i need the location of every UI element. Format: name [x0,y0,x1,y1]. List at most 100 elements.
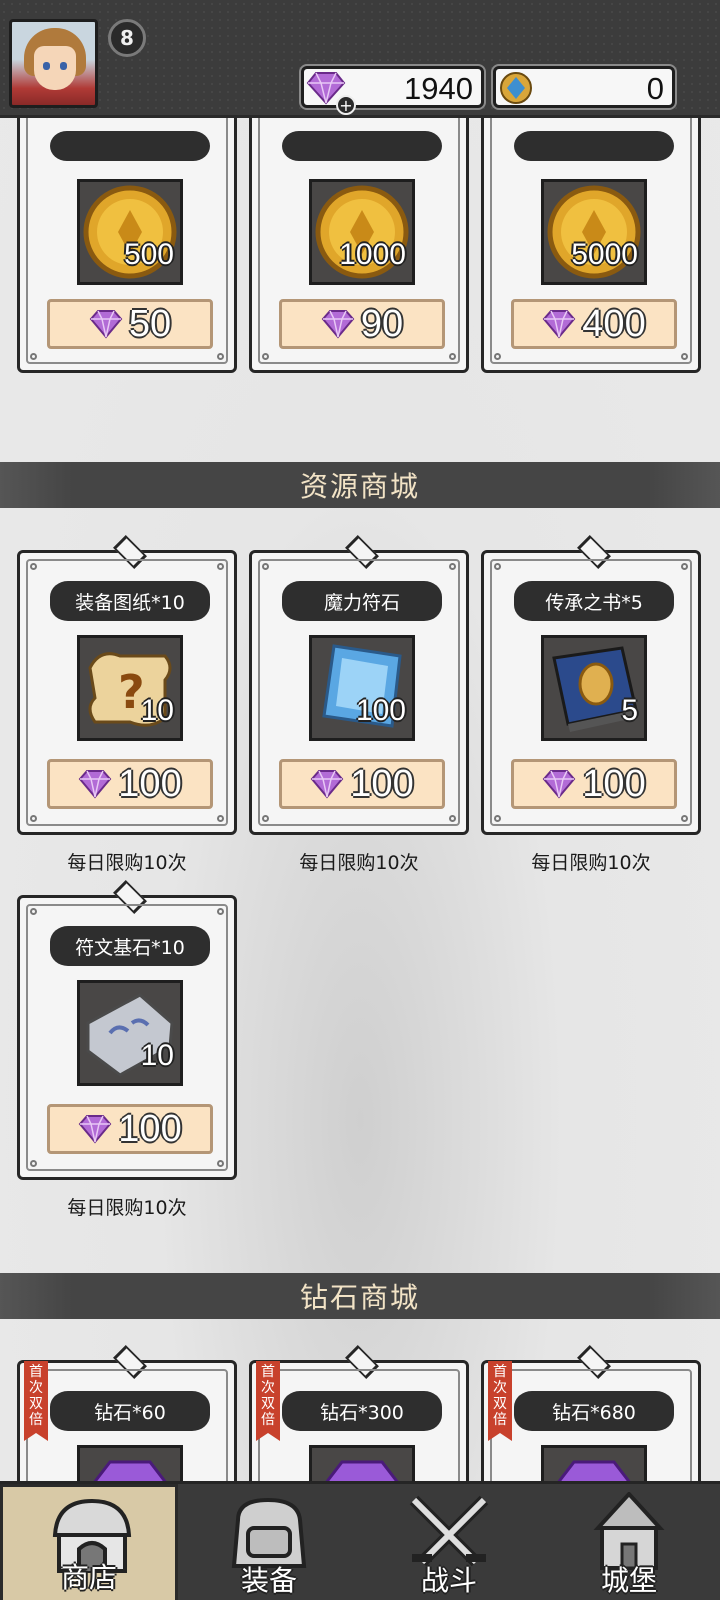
frame-rivet [30,353,37,360]
frame-rivet [217,908,224,915]
frame-rivet [217,563,224,570]
item-quantity: 1000 [339,238,406,271]
resource-card-inheritance-book[interactable]: 传承之书*5 5 100 [481,535,701,835]
frame-rivet [681,815,688,822]
item-slot: ? 10 [77,635,183,741]
item-slot: 10 [77,980,183,1086]
tab-shop[interactable]: 商店 [0,1484,178,1600]
card-title [282,131,442,161]
frame-rivet [30,563,37,570]
item-quantity: 100 [355,694,406,727]
item-slot: 100 [309,635,415,741]
gold-card-2[interactable]: 1000 90 [249,88,469,373]
frame-rivet [262,815,269,822]
price-value: 50 [128,302,172,345]
gold-coin-slot: 1000 [309,179,415,285]
frame-rivet [681,563,688,570]
price-value: 90 [360,302,404,345]
avatar-eye [60,62,67,70]
tab-battle[interactable]: 战斗 [360,1484,538,1600]
card-title: 钻石*300 [282,1391,442,1431]
card-title [514,131,674,161]
top-bar: 8 + 1940 0 [0,0,720,118]
coin-count: 0 [646,71,664,106]
frame-rivet [30,908,37,915]
card-title: 符文基石*10 [50,926,210,966]
daily-limit-text: 每日限购10次 [67,852,187,874]
add-gems-button[interactable]: + [336,95,356,115]
frame-rivet [449,563,456,570]
gold-card-3[interactable]: 5000 400 [481,88,701,373]
daily-limit-text: 每日限购10次 [531,852,651,874]
resource-card-rune-stone[interactable]: 符文基石*10 10 100 [17,880,237,1180]
price-value: 100 [118,762,182,805]
item-quantity: 500 [123,238,174,271]
section-title: 资源商城 [299,470,420,503]
price-value: 100 [582,762,646,805]
level-badge: 8 [108,19,146,57]
bottom-tab-bar: 商店 装备 战斗 城堡 [0,1481,720,1600]
tab-equipment[interactable]: 装备 [180,1484,358,1600]
buy-button[interactable]: 100 [511,759,677,809]
resource-card-magic-stone[interactable]: 魔力符石 100 100 [249,535,469,835]
gem-icon [310,770,344,799]
frame-rivet [262,353,269,360]
card-title: 装备图纸*10 [50,581,210,621]
avatar-eye [43,62,50,70]
avatar-face [34,46,76,90]
item-quantity: 5000 [571,238,638,271]
item-slot: 5 [541,635,647,741]
card-title: 钻石*680 [514,1391,674,1431]
frame-rivet [449,815,456,822]
gold-card-1[interactable]: 500 50 [17,88,237,373]
first-double-badge: 首次双倍 [256,1361,280,1441]
daily-limit-text: 每日限购10次 [67,1197,187,1219]
frame-rivet [494,563,501,570]
price-value: 100 [350,762,414,805]
tab-castle[interactable]: 城堡 [540,1484,718,1600]
card-title: 传承之书*5 [514,581,674,621]
blue-coin-icon [500,72,532,104]
buy-button[interactable]: 100 [47,759,213,809]
shop-scroll-area[interactable]: 500 50 1000 90 5000 400 资源商城 装备图纸*10 ? 1… [0,0,720,1600]
frame-rivet [494,815,501,822]
tab-label: 商店 [60,1561,117,1594]
gem-icon [542,310,576,339]
card-title: 钻石*60 [50,1391,210,1431]
gem-balance[interactable]: + 1940 [301,66,484,115]
tab-label: 城堡 [600,1564,657,1597]
buy-button[interactable]: 50 [47,299,213,349]
resource-card-blueprint[interactable]: 装备图纸*10 ? 10 100 [17,535,237,835]
buy-button[interactable]: 100 [47,1104,213,1154]
item-quantity: 10 [140,694,174,727]
coin-balance[interactable]: 0 [493,66,675,108]
daily-limit-text: 每日限购10次 [299,852,419,874]
section-header-resource-shop: 资源商城 [0,462,720,508]
frame-rivet [217,353,224,360]
gem-icon [89,310,123,339]
gem-icon [321,310,355,339]
gold-coin-slot: 500 [77,179,183,285]
frame-rivet [30,815,37,822]
gem-count: 1940 [404,71,473,106]
gem-icon [78,770,112,799]
buy-button[interactable]: 100 [279,759,445,809]
frame-rivet [30,1160,37,1167]
buy-button[interactable]: 400 [511,299,677,349]
tab-label: 装备 [240,1564,297,1597]
price-value: 100 [118,1107,182,1150]
card-title [50,131,210,161]
card-title: 魔力符石 [282,581,442,621]
avatar[interactable] [9,19,98,108]
frame-rivet [494,353,501,360]
item-quantity: 5 [621,694,638,727]
tab-label: 战斗 [420,1564,477,1597]
gem-icon [78,1115,112,1144]
gold-coin-slot: 5000 [541,179,647,285]
first-double-badge: 首次双倍 [24,1361,48,1441]
section-title: 钻石商城 [299,1281,420,1314]
buy-button[interactable]: 90 [279,299,445,349]
frame-rivet [217,815,224,822]
first-double-badge: 首次双倍 [488,1361,512,1441]
item-quantity: 10 [140,1039,174,1072]
